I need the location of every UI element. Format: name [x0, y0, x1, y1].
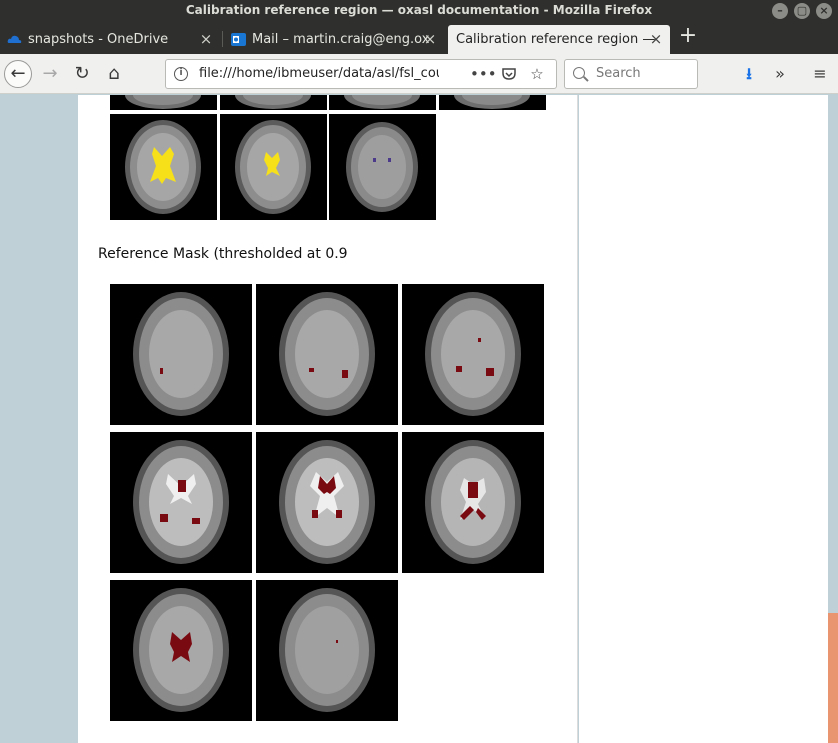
document-body: Reference Mask (thresholded at 0.9	[78, 95, 578, 743]
new-tab-button[interactable]: +	[676, 24, 700, 48]
tab-calibration-active[interactable]: Calibration reference region — ×	[448, 25, 670, 54]
page-info-icon[interactable]: i	[174, 67, 188, 81]
reload-button[interactable]: ↻	[68, 60, 96, 88]
search-icon	[573, 67, 585, 79]
minimize-icon[interactable]: –	[772, 3, 788, 19]
forward-button[interactable]: →	[36, 60, 64, 88]
window-titlebar: Calibration reference region — oxasl doc…	[0, 0, 838, 22]
hamburger-menu-icon[interactable]: ≡	[806, 60, 834, 88]
csf-slice-thumbnail	[110, 95, 217, 110]
close-tab-icon[interactable]: ×	[648, 25, 664, 54]
reference-mask-slice-thumbnail	[402, 432, 544, 573]
close-window-icon[interactable]: ×	[816, 3, 832, 19]
url-bar[interactable]: i file:///home/ibmeuser/data/asl/fsl_cou…	[165, 59, 557, 89]
page-actions-icon[interactable]: •••	[470, 60, 497, 88]
reference-mask-slice-thumbnail	[110, 284, 252, 425]
maximize-icon[interactable]: ▢	[794, 3, 810, 19]
tab-mail[interactable]: Mail – martin.craig@eng.ox ×	[224, 25, 444, 54]
tab-label: Mail – martin.craig@eng.ox	[252, 32, 430, 47]
reference-mask-slice-thumbnail	[256, 580, 398, 721]
bookmark-star-icon[interactable]: ☆	[526, 60, 548, 88]
csf-slice-thumbnail	[110, 114, 217, 220]
window-title: Calibration reference region — oxasl doc…	[185, 3, 653, 17]
reference-mask-heading: Reference Mask (thresholded at 0.9	[98, 246, 348, 262]
csf-slice-thumbnail	[329, 95, 436, 110]
reference-mask-slice-thumbnail	[110, 580, 252, 721]
reference-mask-slice-thumbnail	[402, 284, 544, 425]
outlook-mail-icon	[231, 33, 246, 46]
search-box[interactable]: Search	[564, 59, 698, 89]
download-icon[interactable]: ⭳	[735, 60, 763, 88]
tab-strip: snapshots - OneDrive × Mail – martin.cra…	[0, 22, 838, 54]
onedrive-cloud-icon	[7, 35, 22, 43]
tab-onedrive[interactable]: snapshots - OneDrive ×	[0, 25, 220, 54]
csf-slice-thumbnail	[329, 114, 436, 220]
tab-label: Calibration reference region —	[456, 32, 656, 47]
navigation-toolbar: ← → ↻ ⌂ i file:///home/ibmeuser/data/asl…	[0, 54, 838, 94]
overflow-chevron-icon[interactable]: »	[766, 60, 794, 88]
close-tab-icon[interactable]: ×	[422, 25, 438, 54]
csf-slice-thumbnail	[220, 95, 327, 110]
reference-mask-slice-thumbnail	[256, 284, 398, 425]
csf-slice-thumbnail	[439, 95, 546, 110]
scrollbar-thumb[interactable]	[828, 613, 838, 743]
url-text[interactable]: file:///home/ibmeuser/data/asl/fsl_cours	[199, 60, 439, 88]
window-controls: – ▢ ×	[772, 3, 832, 19]
home-button[interactable]: ⌂	[100, 60, 128, 88]
search-placeholder: Search	[596, 66, 641, 81]
back-button[interactable]: ←	[4, 60, 32, 88]
tab-separator	[222, 31, 223, 47]
tab-label: snapshots - OneDrive	[28, 32, 169, 47]
csf-slice-thumbnail	[220, 114, 327, 220]
right-sidebar	[579, 95, 828, 743]
pocket-icon[interactable]	[498, 60, 520, 91]
reference-mask-slice-thumbnail	[110, 432, 252, 573]
close-tab-icon[interactable]: ×	[198, 25, 214, 54]
page-viewport: Reference Mask (thresholded at 0.9	[0, 95, 838, 743]
reference-mask-slice-thumbnail	[256, 432, 398, 573]
